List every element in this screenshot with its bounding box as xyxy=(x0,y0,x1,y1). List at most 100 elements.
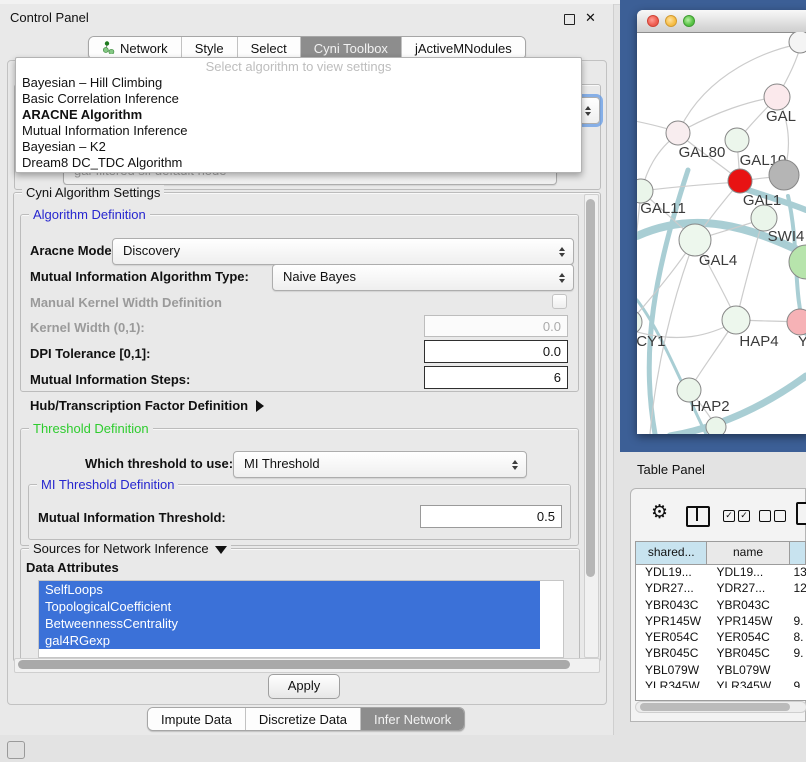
tab-infer-network[interactable]: Infer Network xyxy=(361,708,464,730)
network-node-gal80[interactable] xyxy=(666,121,690,145)
mi-threshold-field[interactable]: 0.5 xyxy=(420,505,562,528)
tab-jactivemnodules[interactable]: jActiveMNodules xyxy=(402,37,525,59)
network-node-label: HAP2 xyxy=(690,398,729,415)
minimize-traffic-light-icon[interactable] xyxy=(665,15,677,27)
table-cell: YBR045C xyxy=(636,645,707,661)
dropdown-item[interactable]: Bayesian – K2 xyxy=(16,139,581,155)
table-column-header[interactable]: shared... xyxy=(636,542,707,564)
dropdown-item[interactable]: Bayesian – Hill Climbing xyxy=(16,75,581,91)
tab-discretize-data[interactable]: Discretize Data xyxy=(246,708,361,730)
data-attributes-label: Data Attributes xyxy=(26,560,119,575)
table-cell: YDR27... xyxy=(707,580,789,596)
table-row[interactable]: YBR043CYBR043C xyxy=(636,597,806,613)
dpi-tolerance-field[interactable]: 0.0 xyxy=(424,340,568,363)
aracne-mode-value: Discovery xyxy=(123,239,180,263)
table-row[interactable]: YBL079WYBL079W xyxy=(636,662,806,678)
network-node-y[interactable] xyxy=(787,309,806,335)
minimized-window-icon[interactable] xyxy=(7,741,25,759)
table-cell: YPR145W xyxy=(707,613,789,629)
table-row[interactable]: YLR345WYLR345W9. xyxy=(636,678,806,688)
network-node[interactable] xyxy=(769,160,799,190)
network-node-label: Y xyxy=(798,333,806,350)
table-cell: 9. xyxy=(790,678,806,688)
network-node[interactable] xyxy=(789,32,806,53)
network-node-label: GAL80 xyxy=(679,144,726,161)
network-edge[interactable] xyxy=(641,182,739,191)
network-window-titlebar[interactable] xyxy=(637,10,806,33)
settings-vertical-scrollbar-thumb[interactable] xyxy=(586,199,595,577)
table-row[interactable]: YBR045CYBR045C9. xyxy=(636,645,806,661)
network-node-label: GCY1 xyxy=(637,333,665,350)
attribute-list-item[interactable]: TopologicalCoefficient xyxy=(39,598,540,615)
hide-columns-icon[interactable] xyxy=(759,510,786,522)
settings-vertical-scrollbar[interactable] xyxy=(584,194,599,658)
tab-label: Style xyxy=(195,41,224,56)
network-node[interactable] xyxy=(706,417,726,434)
table-cell: YPR145W xyxy=(636,613,707,629)
combo-arrows-icon xyxy=(512,460,518,470)
tab-select[interactable]: Select xyxy=(238,37,301,59)
settings-horizontal-scrollbar-thumb[interactable] xyxy=(18,660,570,669)
split-view-icon[interactable] xyxy=(686,506,710,527)
tab-style[interactable]: Style xyxy=(182,37,238,59)
dropdown-item[interactable]: ARACNE Algorithm xyxy=(16,107,581,123)
close-icon[interactable]: ✕ xyxy=(585,8,596,28)
tab-network[interactable]: Network xyxy=(89,37,182,59)
attribute-list-item[interactable]: gal4RGexp xyxy=(39,632,540,649)
zoom-traffic-light-icon[interactable] xyxy=(683,15,695,27)
expand-right-icon xyxy=(256,400,264,412)
table-rows: YDL19...YDL19...13YDR27...YDR27...12YBR0… xyxy=(636,564,806,688)
network-edge[interactable] xyxy=(678,97,777,133)
gear-icon[interactable]: ⚙ xyxy=(651,503,668,523)
table-column-header[interactable] xyxy=(790,542,806,564)
kernel-width-field[interactable]: 0.0 xyxy=(424,315,568,337)
algorithm-definition-title: Algorithm Definition xyxy=(29,207,150,222)
table-horizontal-scrollbar-thumb[interactable] xyxy=(640,703,790,711)
table-row[interactable]: YPR145WYPR145W9. xyxy=(636,613,806,629)
table-row[interactable]: YDL19...YDL19...13 xyxy=(636,564,806,580)
network-node-label: GAL4 xyxy=(699,252,737,269)
apply-button[interactable]: Apply xyxy=(268,674,340,699)
network-node-gcy1[interactable] xyxy=(637,310,642,334)
mi-algorithm-type-combobox[interactable]: Naive Bayes xyxy=(272,264,574,291)
show-columns-icon[interactable]: ✓✓ xyxy=(723,510,750,522)
table-toolbar: ⚙ ✓✓ xyxy=(631,489,805,539)
combo-arrows-icon xyxy=(559,247,565,257)
table-column-header[interactable]: name xyxy=(707,542,789,564)
network-node-label: GAL xyxy=(766,108,796,125)
attribute-list-item[interactable]: SelfLoops xyxy=(39,581,540,598)
table-horizontal-scrollbar[interactable] xyxy=(635,701,806,713)
network-node-gal1[interactable] xyxy=(728,169,752,193)
dropdown-item[interactable]: Mutual Information Inference xyxy=(16,123,581,139)
table-row[interactable]: YDR27...YDR27...12 xyxy=(636,580,806,596)
network-view-window: GALGAL80GAL10GAL1GAL11SWI4GAL4GCY1HAP4YH… xyxy=(637,10,806,434)
table-cell: YDL19... xyxy=(707,564,789,580)
data-attributes-list[interactable]: SelfLoopsTopologicalCoefficientBetweenne… xyxy=(38,580,564,658)
tab-impute-data[interactable]: Impute Data xyxy=(148,708,246,730)
mi-steps-field[interactable]: 6 xyxy=(424,366,568,389)
aracne-mode-combobox[interactable]: Discovery xyxy=(112,238,574,265)
dropdown-item[interactable]: Dream8 DC_TDC Algorithm xyxy=(16,155,581,171)
tab-label: Cyni Toolbox xyxy=(314,41,388,56)
network-node-gal[interactable] xyxy=(764,84,790,110)
threshold-definition-title: Threshold Definition xyxy=(29,421,153,436)
network-node-gal10[interactable] xyxy=(725,128,749,152)
network-canvas[interactable]: GALGAL80GAL10GAL1GAL11SWI4GAL4GCY1HAP4YH… xyxy=(637,32,806,434)
dpi-tolerance-label: DPI Tolerance [0,1]: xyxy=(30,346,150,361)
which-threshold-combobox[interactable]: MI Threshold xyxy=(233,451,527,478)
manual-kernel-width-checkbox[interactable] xyxy=(552,294,567,309)
network-node-hap4[interactable] xyxy=(722,306,750,334)
document-icon[interactable] xyxy=(796,502,806,525)
float-window-icon[interactable] xyxy=(564,14,575,25)
hub-definition-toggle[interactable]: Hub/Transcription Factor Definition xyxy=(30,398,264,413)
tab-cyni-toolbox[interactable]: Cyni Toolbox xyxy=(301,37,402,59)
dropdown-item[interactable]: Basic Correlation Inference xyxy=(16,91,581,107)
table-row[interactable]: YER054CYER054C8. xyxy=(636,629,806,645)
close-traffic-light-icon[interactable] xyxy=(647,15,659,27)
mi-threshold-label: Mutual Information Threshold: xyxy=(38,510,226,525)
attribute-list-item[interactable]: BetweennessCentrality xyxy=(39,615,540,632)
settings-horizontal-scrollbar[interactable] xyxy=(14,658,600,673)
control-panel-titlebar: Control Panel ✕ xyxy=(0,4,613,32)
table-cell: 9. xyxy=(790,645,806,661)
table-cell: YBR045C xyxy=(707,645,789,661)
